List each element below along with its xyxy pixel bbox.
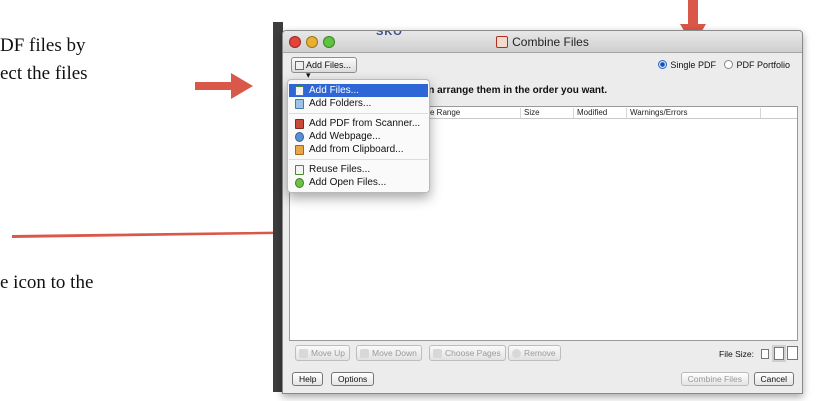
menu-item-reuse-files[interactable]: Reuse Files...	[289, 163, 428, 176]
menu-item-label: Add from Clipboard...	[309, 144, 404, 155]
combine-files-button[interactable]: Combine Files	[680, 372, 749, 386]
open-files-icon	[295, 178, 304, 188]
default-file-size-icon[interactable]	[774, 347, 784, 360]
column-header-warnings[interactable]: Warnings/Errors	[626, 108, 688, 118]
remove-icon	[512, 349, 521, 358]
add-files-menu: Add Files... Add Folders... Add PDF from…	[287, 79, 430, 193]
menu-item-add-files[interactable]: Add Files...	[289, 84, 428, 97]
document-text-line-3: e icon to the	[0, 272, 94, 293]
scanner-icon	[295, 119, 304, 129]
pdf-portfolio-label[interactable]: PDF Portfolio	[736, 60, 790, 70]
menu-item-add-from-clipboard[interactable]: Add from Clipboard...	[289, 143, 428, 156]
add-files-icon	[295, 86, 304, 96]
annotation-arrow-left-icon	[195, 73, 253, 99]
menu-item-add-webpage[interactable]: Add Webpage...	[289, 130, 428, 143]
webpage-icon	[295, 132, 304, 142]
dialog-footer: Help Options Combine Files Cancel	[289, 372, 798, 390]
menu-item-label: Add Files...	[309, 85, 360, 96]
arrow-up-icon	[299, 349, 308, 358]
menu-separator	[289, 159, 428, 160]
column-header-size[interactable]: Size	[520, 108, 540, 118]
menu-item-add-folders[interactable]: Add Folders...	[289, 97, 428, 110]
large-file-size-icon[interactable]	[787, 346, 798, 360]
add-files-button-label: Add Files...	[306, 60, 352, 70]
document-text-line-1: DF files by	[0, 35, 86, 56]
choose-pages-button[interactable]: Choose Pages	[429, 345, 506, 361]
menu-item-label: Add PDF from Scanner...	[309, 118, 421, 129]
add-folders-icon	[295, 99, 304, 109]
menu-separator	[289, 113, 428, 114]
column-header-divider	[760, 108, 764, 118]
column-header-modified[interactable]: Modified	[573, 108, 607, 118]
choose-pages-label: Choose Pages	[445, 348, 501, 358]
single-pdf-radio[interactable]	[658, 60, 668, 69]
add-files-icon	[295, 61, 304, 70]
menu-item-label: Add Webpage...	[309, 131, 381, 142]
window-titlebar[interactable]: SKO Combine Files	[283, 31, 802, 53]
add-files-dropdown-button[interactable]: Add Files... ▾	[291, 57, 357, 80]
move-up-button[interactable]: Move Up	[295, 345, 351, 361]
combine-files-icon	[496, 36, 509, 48]
move-down-button[interactable]: Move Down	[356, 345, 422, 361]
remove-label: Remove	[524, 348, 556, 358]
pdf-portfolio-radio[interactable]	[724, 60, 734, 69]
menu-item-label: Reuse Files...	[309, 164, 371, 175]
remove-button[interactable]: Remove	[508, 345, 561, 361]
window-title: Combine Files	[283, 35, 802, 49]
pages-icon	[433, 349, 442, 358]
file-size-label: File Size:	[719, 349, 754, 359]
reuse-files-icon	[295, 165, 304, 175]
menu-item-add-open-files[interactable]: Add Open Files...	[289, 176, 428, 189]
window-title-label: Combine Files	[512, 35, 589, 49]
single-pdf-label[interactable]: Single PDF	[670, 60, 716, 70]
cancel-button[interactable]: Cancel	[753, 372, 794, 386]
menu-item-add-pdf-from-scanner[interactable]: Add PDF from Scanner...	[289, 117, 428, 130]
move-down-label: Move Down	[372, 348, 417, 358]
small-file-size-icon[interactable]	[761, 349, 769, 359]
menu-item-label: Add Open Files...	[309, 177, 387, 188]
document-text-line-2: ect the files	[0, 63, 88, 84]
output-type-radio-group: Single PDF PDF Portfolio	[658, 60, 796, 70]
arrow-down-icon	[360, 349, 369, 358]
help-button[interactable]: Help	[292, 372, 324, 386]
options-button[interactable]: Options	[331, 372, 375, 386]
column-header-page-range[interactable]: e Range	[426, 108, 460, 118]
menu-item-label: Add Folders...	[309, 98, 372, 109]
list-actions-bar: Move Up Move Down Choose Pages Remove Fi…	[289, 345, 798, 365]
move-up-label: Move Up	[311, 348, 346, 358]
window-toolbar: Add Files... ▾ Single PDF PDF Portfolio	[283, 53, 802, 80]
clipboard-icon	[295, 145, 304, 155]
